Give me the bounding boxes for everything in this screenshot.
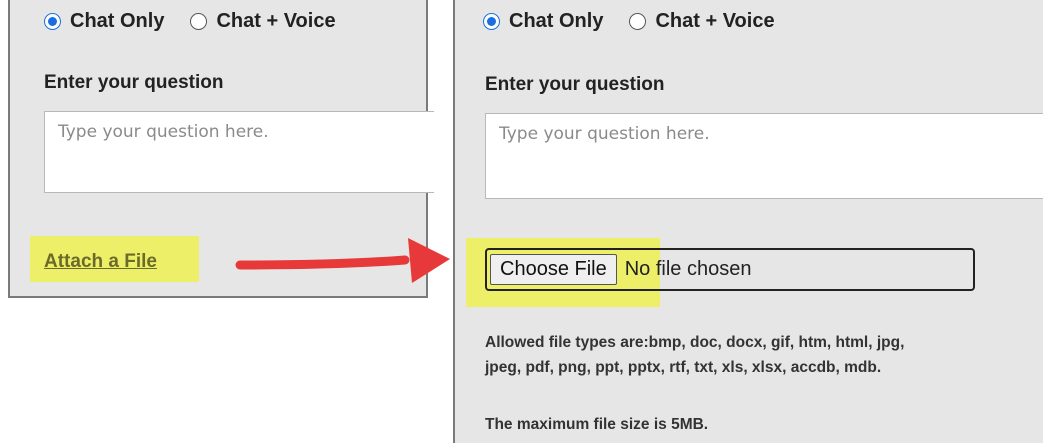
chat-form-after: Chat Only Chat + Voice Enter your questi… bbox=[453, 0, 1043, 443]
radio-unchecked-icon[interactable] bbox=[190, 13, 208, 30]
file-status-text: No file chosen bbox=[624, 258, 752, 280]
attach-file-link[interactable]: Attach a File bbox=[44, 251, 157, 273]
radio-chat-only-label: Chat Only bbox=[70, 10, 165, 32]
question-heading: Enter your question bbox=[485, 74, 665, 95]
chat-mode-radio-group: Chat Only Chat + Voice bbox=[44, 10, 336, 33]
choose-file-button[interactable]: Choose File bbox=[490, 254, 617, 285]
radio-chat-voice[interactable]: Chat + Voice bbox=[629, 10, 775, 33]
chat-mode-radio-group: Chat Only Chat + Voice bbox=[483, 10, 775, 33]
allowed-types-line-1: Allowed file types are:bmp, doc, docx, g… bbox=[485, 334, 905, 351]
chat-form-before: Chat Only Chat + Voice Enter your questi… bbox=[8, 0, 434, 298]
question-placeholder: Type your question here. bbox=[499, 124, 710, 144]
radio-chat-only[interactable]: Chat Only bbox=[44, 10, 164, 33]
question-textarea[interactable]: Type your question here. bbox=[44, 111, 434, 193]
radio-chat-only-label: Chat Only bbox=[509, 10, 604, 32]
question-heading: Enter your question bbox=[44, 72, 224, 93]
radio-chat-voice-label: Chat + Voice bbox=[216, 10, 336, 32]
radio-chat-only[interactable]: Chat Only bbox=[483, 10, 603, 33]
question-placeholder: Type your question here. bbox=[58, 122, 269, 142]
radio-unchecked-icon[interactable] bbox=[629, 13, 647, 30]
file-input[interactable]: Choose File No file chosen bbox=[485, 248, 975, 291]
radio-checked-icon[interactable] bbox=[483, 13, 500, 30]
radio-chat-voice[interactable]: Chat + Voice bbox=[190, 10, 336, 33]
question-textarea[interactable]: Type your question here. bbox=[485, 113, 1043, 199]
radio-chat-voice-label: Chat + Voice bbox=[655, 10, 775, 32]
max-file-size-note: The maximum file size is 5MB. bbox=[485, 416, 709, 433]
allowed-file-types: Allowed file types are:bmp, doc, docx, g… bbox=[485, 330, 904, 380]
radio-checked-icon[interactable] bbox=[44, 13, 61, 30]
allowed-types-line-2: jpeg, pdf, png, ppt, pptx, rtf, txt, xls… bbox=[485, 359, 882, 376]
